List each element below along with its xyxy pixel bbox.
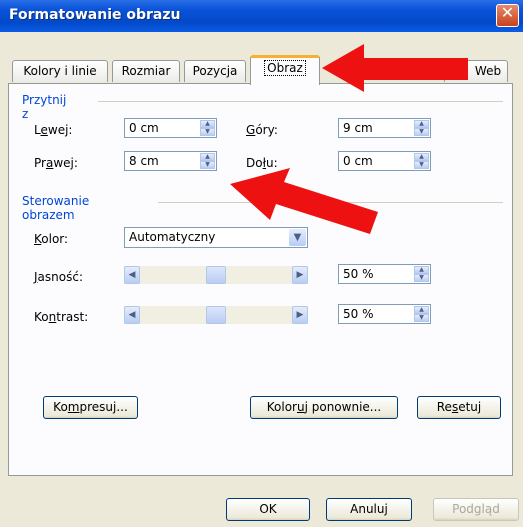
tab-label: Obraz bbox=[264, 60, 306, 76]
contrast-label: Kontrast: bbox=[34, 310, 89, 324]
color-select-value: Automatyczny bbox=[129, 230, 216, 244]
brightness-slider[interactable]: ◀ ▶ bbox=[124, 266, 308, 284]
window-title: Formatowanie obrazu bbox=[9, 7, 181, 23]
tab-label: Pozycja bbox=[192, 64, 238, 78]
crop-right-spinner[interactable]: 8 cm ▲ ▼ bbox=[124, 151, 217, 171]
reset-button[interactable]: Resetuj bbox=[417, 396, 501, 419]
slider-left-arrow-icon[interactable]: ◀ bbox=[124, 306, 140, 324]
crop-right-value: 8 cm bbox=[129, 154, 159, 168]
crop-top-value: 9 cm bbox=[343, 121, 373, 135]
cancel-button[interactable]: Anuluj bbox=[326, 498, 412, 521]
compress-button[interactable]: Kompresuj... bbox=[43, 396, 138, 419]
spin-down-icon[interactable]: ▼ bbox=[414, 128, 429, 136]
brightness-spinner[interactable]: 50 % ▲ ▼ bbox=[338, 264, 431, 284]
crop-group-label: Przytnij z bbox=[22, 93, 67, 121]
crop-right-label: Prawej: bbox=[34, 156, 78, 170]
crop-left-spinner[interactable]: 0 cm ▲ ▼ bbox=[124, 118, 217, 138]
spin-up-icon[interactable]: ▲ bbox=[414, 306, 429, 314]
spin-down-icon[interactable]: ▼ bbox=[414, 161, 429, 169]
recolor-button[interactable]: Koloruj ponownie... bbox=[250, 396, 398, 419]
slider-thumb[interactable] bbox=[206, 306, 226, 324]
brightness-label: Jasność: bbox=[34, 270, 83, 284]
contrast-value: 50 % bbox=[343, 307, 374, 321]
title-bar[interactable]: Formatowanie obrazu ✕ bbox=[0, 0, 523, 32]
group-divider bbox=[98, 101, 503, 102]
slider-thumb[interactable] bbox=[206, 266, 226, 284]
image-control-group-label: Sterowanie obrazem bbox=[22, 194, 90, 222]
brightness-value: 50 % bbox=[343, 267, 374, 281]
spin-up-icon[interactable]: ▲ bbox=[414, 153, 429, 161]
spin-up-icon[interactable]: ▲ bbox=[200, 153, 215, 161]
slider-right-arrow-icon[interactable]: ▶ bbox=[292, 306, 308, 324]
tab-label: Kolory i linie bbox=[23, 64, 97, 78]
spin-up-icon[interactable]: ▲ bbox=[200, 120, 215, 128]
crop-left-label: Lewej: bbox=[34, 123, 73, 137]
tab-position[interactable]: Pozycja bbox=[184, 60, 246, 82]
annotation-arrow-icon bbox=[322, 44, 468, 92]
crop-top-label: Góry: bbox=[246, 123, 278, 137]
tab-label: Web bbox=[474, 64, 502, 78]
tab-colors-and-lines[interactable]: Kolory i linie bbox=[12, 60, 108, 82]
annotation-arrow-icon bbox=[230, 168, 378, 234]
format-picture-dialog: Formatowanie obrazu ✕ Kolory i linie Roz… bbox=[0, 0, 523, 527]
crop-left-value: 0 cm bbox=[129, 121, 159, 135]
spin-down-icon[interactable]: ▼ bbox=[200, 161, 215, 169]
spin-down-icon[interactable]: ▼ bbox=[414, 314, 429, 322]
close-icon: ✕ bbox=[500, 3, 515, 22]
ok-button[interactable]: OK bbox=[226, 498, 310, 521]
tab-picture[interactable]: Obraz bbox=[250, 55, 320, 85]
slider-left-arrow-icon[interactable]: ◀ bbox=[124, 266, 140, 284]
spin-down-icon[interactable]: ▼ bbox=[414, 274, 429, 282]
spin-up-icon[interactable]: ▲ bbox=[414, 120, 429, 128]
tab-size[interactable]: Rozmiar bbox=[112, 60, 180, 82]
tab-label: Rozmiar bbox=[121, 64, 171, 78]
preview-button[interactable]: Podgląd bbox=[433, 498, 519, 521]
contrast-slider[interactable]: ◀ ▶ bbox=[124, 306, 308, 324]
slider-right-arrow-icon[interactable]: ▶ bbox=[292, 266, 308, 284]
color-label: Kolor: bbox=[34, 232, 69, 246]
crop-top-spinner[interactable]: 9 cm ▲ ▼ bbox=[338, 118, 431, 138]
spin-up-icon[interactable]: ▲ bbox=[414, 266, 429, 274]
contrast-spinner[interactable]: 50 % ▲ ▼ bbox=[338, 304, 431, 324]
spin-down-icon[interactable]: ▼ bbox=[200, 128, 215, 136]
close-button[interactable]: ✕ bbox=[496, 3, 519, 27]
